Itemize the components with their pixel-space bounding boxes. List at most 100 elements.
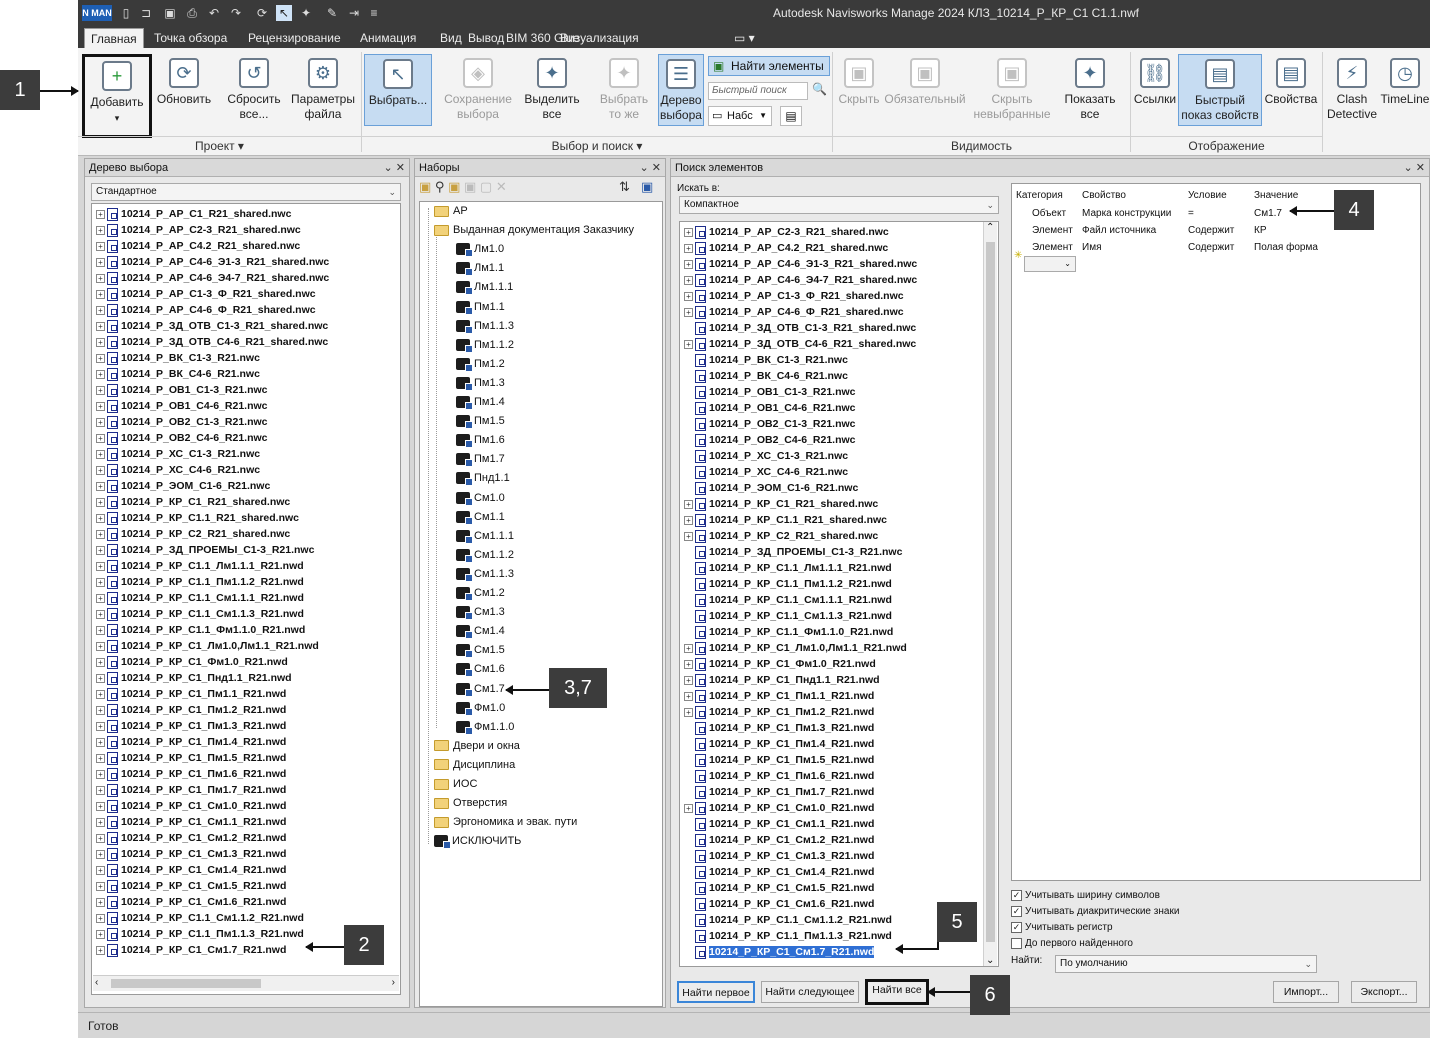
list-item[interactable]: 10214_Р_ЗД_ОТВ_С1-3_R21_shared.nwc <box>684 320 916 336</box>
selection-set[interactable]: Фм1.0 <box>456 699 505 717</box>
list-item[interactable]: 10214_Р_КР_С1_Пм1.5_R21.nwd <box>684 752 874 768</box>
tab-0[interactable]: Главная <box>84 28 144 48</box>
expand-icon[interactable]: + <box>96 305 105 315</box>
condition-cond[interactable]: Содержит <box>1188 242 1234 253</box>
selection-set[interactable]: См1.0 <box>456 489 505 507</box>
list-item[interactable]: +10214_Р_АР_С4-6_Э1-3_R21_shared.nwc <box>96 254 329 270</box>
tab-2[interactable]: Рецензирование <box>242 28 347 48</box>
hide-unselected-button[interactable]: ▣ Скрыть невыбранные <box>970 54 1054 122</box>
expand-icon[interactable]: + <box>684 675 693 685</box>
expand-icon[interactable]: + <box>96 337 105 347</box>
expand-icon[interactable]: + <box>684 307 693 317</box>
list-item[interactable]: +10214_Р_КР_С1_Пм1.2_R21.nwd <box>96 702 286 718</box>
set-folder[interactable]: АР <box>434 202 468 220</box>
list-item[interactable]: +10214_Р_КР_С1_См1.2_R21.nwd <box>96 830 286 846</box>
expand-icon[interactable]: + <box>96 913 105 923</box>
expand-icon[interactable]: + <box>684 339 693 349</box>
tab-7[interactable]: Визуализация <box>554 28 645 48</box>
list-item[interactable]: 10214_Р_КР_С1_См1.6_R21.nwd <box>684 896 874 912</box>
list-item[interactable]: 10214_Р_КР_С1.1_См1.1.1_R21.nwd <box>684 592 892 608</box>
customize-icon[interactable]: ≡ <box>366 5 382 21</box>
expand-icon[interactable]: + <box>96 705 105 715</box>
expand-icon[interactable]: + <box>96 433 105 443</box>
hide-button[interactable]: ▣ Скрыть <box>836 54 882 107</box>
expand-icon[interactable]: + <box>96 689 105 699</box>
list-item[interactable]: +10214_Р_АР_С1-3_Ф_R21_shared.nwc <box>96 286 316 302</box>
expand-icon[interactable]: + <box>96 225 105 235</box>
list-item[interactable]: +10214_Р_АР_С4-6_Э1-3_R21_shared.nwc <box>684 256 917 272</box>
list-item[interactable]: 10214_Р_КР_С1.1_См1.1.2_R21.nwd <box>684 912 892 928</box>
list-item[interactable]: +10214_Р_КР_С1_Лм1.0,Лм1.1_R21.nwd <box>684 640 907 656</box>
condition-prop[interactable]: Имя <box>1082 242 1101 253</box>
properties-button[interactable]: ▤ Свойства <box>1264 54 1318 107</box>
selection-set[interactable]: См1.3 <box>456 603 505 621</box>
expand-icon[interactable]: + <box>96 385 105 395</box>
condition-prop[interactable]: Марка конструкции <box>1082 208 1171 219</box>
list-item[interactable]: +10214_Р_АР_С4-6_Ф_R21_shared.nwc <box>684 304 904 320</box>
list-item[interactable]: +10214_Р_АР_С1_R21_shared.nwc <box>96 206 291 222</box>
new-folder-icon[interactable]: ▣ <box>448 179 460 194</box>
checkbox-icon[interactable]: ✓ <box>1011 921 1022 933</box>
add-button[interactable]: + Добавить ▾ <box>82 54 152 138</box>
option-checkbox[interactable]: До первого найденного <box>1011 937 1133 951</box>
selection-set[interactable]: См1.1.1 <box>456 527 514 545</box>
expand-icon[interactable]: + <box>96 273 105 283</box>
list-item[interactable]: 10214_Р_КР_С1.1_Пм1.1.3_R21.nwd <box>684 928 892 944</box>
expand-icon[interactable]: + <box>96 897 105 907</box>
list-item[interactable]: 10214_Р_ХС_С4-6_R21.nwc <box>684 464 848 480</box>
expand-icon[interactable]: + <box>96 401 105 411</box>
list-item[interactable]: +10214_Р_КР_С1_См1.0_R21.nwd <box>684 800 874 816</box>
expand-icon[interactable]: + <box>684 659 693 669</box>
scroll-left-icon[interactable]: ‹ <box>95 977 98 988</box>
list-item[interactable]: +10214_Р_АР_С4-6_Э4-7_R21_shared.nwc <box>96 270 329 286</box>
list-item[interactable]: +10214_Р_ВК_С1-3_R21.nwc <box>96 350 260 366</box>
import-button[interactable]: Импорт... <box>1273 981 1339 1003</box>
expand-icon[interactable]: + <box>684 707 693 717</box>
list-item-selected[interactable]: 10214_Р_КР_С1_См1.7_R21.nwd <box>684 944 875 960</box>
list-item[interactable]: +10214_Р_КР_С1_Пм1.1_R21.nwd <box>96 686 286 702</box>
save-selection-button[interactable]: ◈ Сохранение выбора <box>440 54 516 122</box>
option-checkbox[interactable]: ✓ Учитывать регистр <box>1011 921 1113 935</box>
list-item[interactable]: +10214_Р_КР_С1_Лм1.0,Лм1.1_R21.nwd <box>96 638 319 654</box>
expand-icon[interactable]: + <box>96 753 105 763</box>
selection-set[interactable]: См1.5 <box>456 641 505 659</box>
expand-icon[interactable]: + <box>684 803 693 813</box>
expand-icon[interactable]: + <box>96 865 105 875</box>
sets-combo[interactable]: ▭ Набс ▼ <box>708 106 772 126</box>
condition-cond[interactable]: Содержит <box>1188 225 1234 236</box>
save-set-icon[interactable]: ▣ <box>419 179 431 194</box>
condition-cond[interactable]: = <box>1188 208 1194 219</box>
links-button[interactable]: ⛓ Ссылки <box>1132 54 1178 107</box>
list-item[interactable]: +10214_Р_ВК_С4-6_R21.nwc <box>96 366 260 382</box>
list-item[interactable]: 10214_Р_КР_С1.1_Пм1.1.2_R21.nwd <box>684 576 892 592</box>
list-item[interactable]: +10214_Р_КР_С1_Пм1.3_R21.nwd <box>96 718 286 734</box>
list-item[interactable]: +10214_Р_АР_С2-3_R21_shared.nwc <box>684 224 889 240</box>
list-item[interactable]: +10214_Р_ХС_С4-6_R21.nwc <box>96 462 260 478</box>
expand-icon[interactable]: + <box>684 227 693 237</box>
list-item[interactable]: +10214_Р_КР_С1_Пм1.5_R21.nwd <box>96 750 286 766</box>
sort-icon[interactable]: ⇅ <box>619 179 630 195</box>
new-category-select[interactable]: ⌄ <box>1024 256 1076 272</box>
quick-find-icon[interactable]: 🔍 <box>812 82 827 96</box>
list-item[interactable]: +10214_Р_ЗД_ПРОЕМЫ_С1-3_R21.nwc <box>96 542 314 558</box>
list-item[interactable]: +10214_Р_КР_С1_Пм1.2_R21.nwd <box>684 704 874 720</box>
checkbox-icon[interactable]: ✓ <box>1011 905 1022 917</box>
condition-cat[interactable]: Элемент <box>1032 242 1073 253</box>
checkbox-icon[interactable] <box>1011 937 1022 949</box>
app-logo[interactable]: N MAN <box>82 5 112 21</box>
list-item[interactable]: +10214_Р_КР_С1_R21_shared.nwc <box>96 494 290 510</box>
expand-icon[interactable]: + <box>96 673 105 683</box>
list-item[interactable]: +10214_Р_КР_С1_Пм1.6_R21.nwd <box>96 766 286 782</box>
select-same-button[interactable]: ✦ Выбрать то же <box>594 54 654 122</box>
list-item[interactable]: +10214_Р_КР_С1_См1.4_R21.nwd <box>96 862 286 878</box>
expand-icon[interactable]: + <box>96 369 105 379</box>
list-item[interactable]: +10214_Р_КР_С1_См1.7_R21.nwd <box>96 942 286 958</box>
search-in-select[interactable]: Компактное ⌄ <box>679 196 999 214</box>
expand-icon[interactable]: + <box>96 721 105 731</box>
expand-icon[interactable]: + <box>96 881 105 891</box>
list-item[interactable]: +10214_Р_АР_С1-3_Ф_R21_shared.nwc <box>684 288 904 304</box>
set-folder[interactable]: Выданная документация Заказчику <box>434 221 634 239</box>
list-item[interactable]: +10214_Р_КР_С1_R21_shared.nwc <box>684 496 878 512</box>
list-item[interactable]: +10214_Р_КР_С1.1_См1.1.2_R21.nwd <box>96 910 304 926</box>
scroll-right-icon[interactable]: › <box>392 977 395 988</box>
